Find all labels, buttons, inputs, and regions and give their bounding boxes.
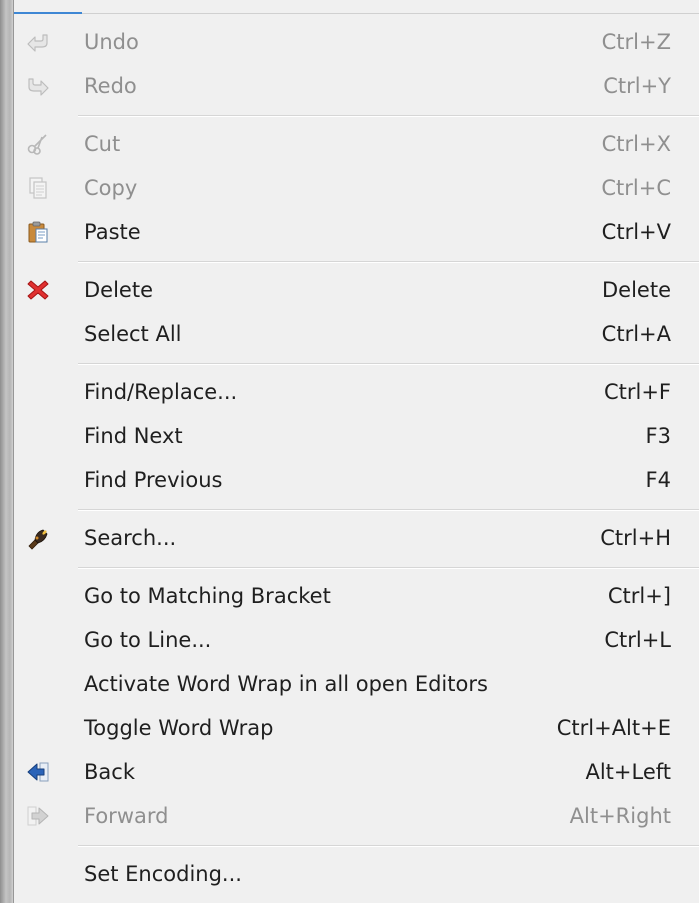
menu-item-shortcut: Delete [602,278,671,302]
menu-item-shortcut: Ctrl+Y [603,74,671,98]
menu-item-label: Go to Line... [84,628,212,652]
menu-item-go-to-line[interactable]: Go to Line... Ctrl+L [14,618,699,662]
menu-item-shortcut: Ctrl+A [601,322,671,346]
menu-item-shortcut: Ctrl+L [604,628,671,652]
redo-icon [26,74,50,98]
menu-item-set-encoding[interactable]: Set Encoding... [14,852,699,896]
menu-item-label: Activate Word Wrap in all open Editors [84,672,488,696]
menu-item-label: Toggle Word Wrap [84,716,274,740]
menu-item-label: Set Encoding... [84,862,242,886]
menu-item-label: Search... [84,526,177,550]
scissors-icon [26,132,50,156]
menu-item-shortcut: F3 [645,424,671,448]
menu-item-shortcut: Ctrl+] [607,584,671,608]
menu-item-find-replace[interactable]: Find/Replace... Ctrl+F [14,370,699,414]
menu-item-label: Find Next [84,424,183,448]
menu-item-redo[interactable]: Redo Ctrl+Y [14,64,699,108]
menu-top-accent [14,12,82,14]
menu-item-undo[interactable]: Undo Ctrl+Z [14,20,699,64]
menu-item-label: Find Previous [84,468,223,492]
menu-item-label: Copy [84,176,138,200]
menu-item-shortcut: F4 [645,468,671,492]
menu-item-shortcut: Ctrl+F [603,380,671,404]
menu-item-go-to-matching-bracket[interactable]: Go to Matching Bracket Ctrl+] [14,574,699,618]
menu-separator [78,845,699,847]
menu-item-label: Back [84,760,135,784]
menu-item-forward[interactable]: Forward Alt+Right [14,794,699,838]
menu-item-search[interactable]: Search... Ctrl+H [14,516,699,560]
menu-item-label: Cut [84,132,121,156]
menu-item-label: Redo [84,74,137,98]
menu-item-shortcut: Ctrl+X [601,132,671,156]
menu-item-shortcut: Alt+Left [585,760,671,784]
menu-item-delete[interactable]: Delete Delete [14,268,699,312]
menu-item-select-all[interactable]: Select All Ctrl+A [14,312,699,356]
menu-item-shortcut: Ctrl+Z [601,30,671,54]
menu-item-find-next[interactable]: Find Next F3 [14,414,699,458]
menu-item-label: Go to Matching Bracket [84,584,331,608]
back-arrow-icon [26,760,50,784]
menu-item-label: Find/Replace... [84,380,238,404]
menu-item-label: Forward [84,804,169,828]
forward-arrow-icon [26,804,50,828]
menu-item-cut[interactable]: Cut Ctrl+X [14,122,699,166]
window-left-edge [0,0,14,903]
menu-item-paste[interactable]: Paste Ctrl+V [14,210,699,254]
menu-item-label: Delete [84,278,153,302]
undo-icon [26,30,50,54]
menu-item-copy[interactable]: Copy Ctrl+C [14,166,699,210]
red-x-delete-icon [26,278,50,302]
menu-item-shortcut: Ctrl+H [600,526,671,550]
menu-item-toggle-word-wrap[interactable]: Toggle Word Wrap Ctrl+Alt+E [14,706,699,750]
edit-context-menu: Undo Ctrl+Z Redo Ctrl+Y Cut Ctrl+X Copy … [13,0,699,903]
copy-icon [26,176,50,200]
menu-item-find-previous[interactable]: Find Previous F4 [14,458,699,502]
menu-item-back[interactable]: Back Alt+Left [14,750,699,794]
menu-item-shortcut: Ctrl+C [601,176,671,200]
menu-separator [78,567,699,569]
menu-item-label: Select All [84,322,182,346]
menu-separator [78,509,699,511]
menu-item-label: Undo [84,30,139,54]
flashlight-search-icon [26,526,50,550]
menu-item-label: Paste [84,220,141,244]
clipboard-paste-icon [26,220,50,244]
menu-item-shortcut: Ctrl+V [601,220,671,244]
menu-item-shortcut: Ctrl+Alt+E [556,716,671,740]
menu-separator [78,261,699,263]
menu-top-border [14,0,699,14]
menu-separator [78,115,699,117]
menu-separator [78,363,699,365]
menu-item-activate-word-wrap[interactable]: Activate Word Wrap in all open Editors [14,662,699,706]
menu-item-shortcut: Alt+Right [569,804,671,828]
